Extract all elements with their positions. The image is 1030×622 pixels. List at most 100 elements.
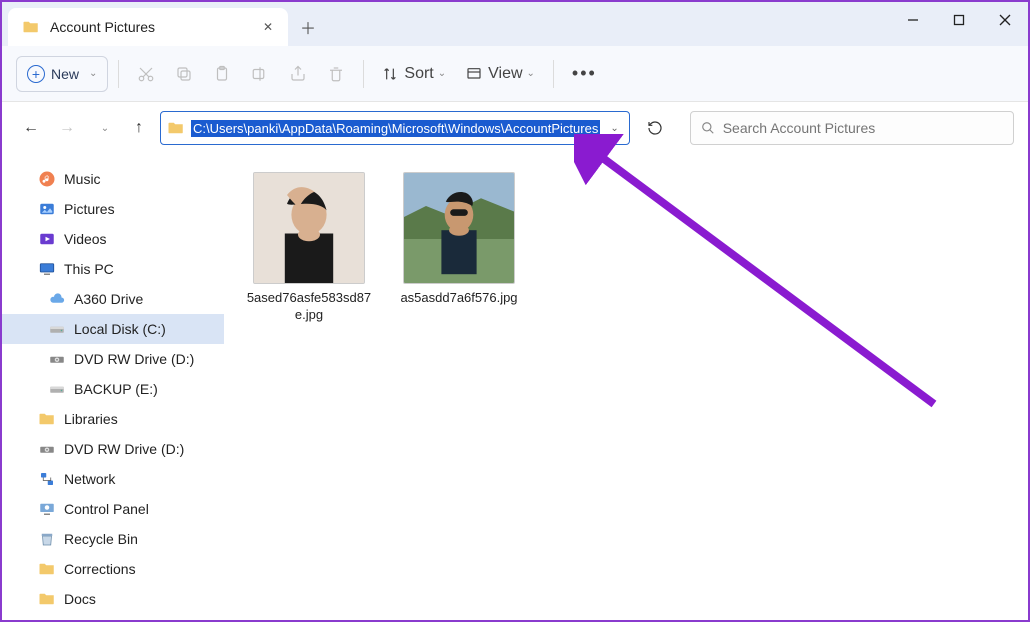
content-pane[interactable]: 5ased76asfe583sd87e.jpg as5asdd7a6f576.jp… [224, 154, 1028, 620]
maximize-button[interactable] [936, 2, 982, 38]
disk-icon [48, 380, 66, 398]
tab-title: Account Pictures [50, 19, 258, 35]
dvd-icon [38, 440, 56, 458]
titlebar: Account Pictures ✕ ＋ [2, 2, 1028, 46]
navigation-row: ← → ⌄ ↑ C:\Users\panki\AppData\Roaming\M… [2, 102, 1028, 154]
file-name: 5ased76asfe583sd87e.jpg [244, 290, 374, 324]
address-history-button[interactable]: ⌄ [606, 123, 622, 134]
recycle-icon [38, 530, 56, 548]
sort-button[interactable]: Sort ⌄ [374, 56, 454, 92]
folder-icon [38, 410, 56, 428]
view-icon [466, 66, 482, 82]
sidebar-item-recycle-bin[interactable]: Recycle Bin [2, 524, 224, 554]
sidebar-item-label: Network [64, 471, 115, 487]
rename-button [243, 56, 277, 92]
folder-icon [22, 18, 40, 36]
address-path[interactable]: C:\Users\panki\AppData\Roaming\Microsoft… [191, 120, 600, 137]
file-thumbnail [253, 172, 365, 284]
sidebar-item-label: Local Disk (C:) [74, 321, 166, 337]
file-item[interactable]: as5asdd7a6f576.jpg [394, 172, 524, 307]
navigation-pane[interactable]: Music Pictures Videos This PC A360 Drive Loca… [2, 154, 224, 620]
search-icon [701, 121, 715, 135]
sidebar-item-a360-drive[interactable]: A360 Drive [2, 284, 224, 314]
sidebar-item-label: DVD RW Drive (D:) [74, 351, 194, 367]
sidebar-item-label: DVD RW Drive (D:) [64, 441, 184, 457]
sort-label: Sort [404, 65, 433, 83]
chevron-down-icon: ⌄ [438, 68, 446, 79]
folder-icon [38, 590, 56, 608]
music-icon [38, 170, 56, 188]
search-box[interactable] [690, 111, 1014, 145]
address-bar[interactable]: C:\Users\panki\AppData\Roaming\Microsoft… [160, 111, 630, 145]
sidebar-item-label: Pictures [64, 201, 115, 217]
back-button[interactable]: ← [16, 111, 46, 145]
sidebar-item-dvd-rw-drive-d-[interactable]: DVD RW Drive (D:) [2, 344, 224, 374]
copy-button [167, 56, 201, 92]
thispc-icon [38, 260, 56, 278]
sidebar-item-label: A360 Drive [74, 291, 143, 307]
file-name: as5asdd7a6f576.jpg [400, 290, 517, 307]
cpanel-icon [38, 500, 56, 518]
pictures-icon [38, 200, 56, 218]
close-window-button[interactable] [982, 2, 1028, 38]
sidebar-item-label: Docs [64, 591, 96, 607]
sidebar-item-dvd-rw-drive-d-[interactable]: DVD RW Drive (D:) [2, 434, 224, 464]
divider [553, 60, 554, 88]
plus-icon: + [27, 65, 45, 83]
share-button [281, 56, 315, 92]
annotation-arrow [574, 134, 944, 434]
disk-icon [48, 320, 66, 338]
sidebar-item-control-panel[interactable]: Control Panel [2, 494, 224, 524]
sidebar-item-music[interactable]: Music [2, 164, 224, 194]
new-label: New [51, 66, 79, 82]
body: Music Pictures Videos This PC A360 Drive Loca… [2, 154, 1028, 620]
sidebar-item-docs[interactable]: Docs [2, 584, 224, 614]
sidebar-item-label: Videos [64, 231, 107, 247]
minimize-button[interactable] [890, 2, 936, 38]
paste-button [205, 56, 239, 92]
file-thumbnail [403, 172, 515, 284]
network-icon [38, 470, 56, 488]
videos-icon [38, 230, 56, 248]
cloud-icon [48, 290, 66, 308]
up-button[interactable]: ↑ [124, 111, 154, 145]
sidebar-item-local-disk-c-[interactable]: Local Disk (C:) [2, 314, 224, 344]
sidebar-item-network[interactable]: Network [2, 464, 224, 494]
view-button[interactable]: View ⌄ [458, 56, 543, 92]
sidebar-item-pictures[interactable]: Pictures [2, 194, 224, 224]
sidebar-item-label: Libraries [64, 411, 118, 427]
file-item[interactable]: 5ased76asfe583sd87e.jpg [244, 172, 374, 324]
sidebar-item-label: Control Panel [64, 501, 149, 517]
sidebar-item-backup-e-[interactable]: BACKUP (E:) [2, 374, 224, 404]
folder-icon [167, 119, 185, 137]
search-input[interactable] [723, 120, 1003, 136]
close-tab-button[interactable]: ✕ [258, 17, 278, 37]
sidebar-item-libraries[interactable]: Libraries [2, 404, 224, 434]
window-tab[interactable]: Account Pictures ✕ [8, 8, 288, 46]
divider [363, 60, 364, 88]
sidebar-item-corrections[interactable]: Corrections [2, 554, 224, 584]
sidebar-item-label: Music [64, 171, 101, 187]
divider [118, 60, 119, 88]
sidebar-item-label: Corrections [64, 561, 136, 577]
sidebar-item-label: This PC [64, 261, 114, 277]
refresh-button[interactable] [640, 113, 670, 143]
sidebar-item-label: BACKUP (E:) [74, 381, 158, 397]
new-tab-button[interactable]: ＋ [288, 8, 328, 46]
new-button[interactable]: + New ⌄ [16, 56, 108, 92]
delete-button [319, 56, 353, 92]
dvd-icon [48, 350, 66, 368]
sidebar-item-label: Recycle Bin [64, 531, 138, 547]
more-button[interactable]: ••• [564, 56, 605, 92]
folder-icon [38, 560, 56, 578]
recent-locations-button[interactable]: ⌄ [88, 111, 118, 145]
chevron-down-icon: ⌄ [89, 68, 97, 79]
forward-button: → [52, 111, 82, 145]
sidebar-item-this-pc[interactable]: This PC [2, 254, 224, 284]
window-controls [890, 2, 1028, 46]
toolbar: + New ⌄ Sort ⌄ View ⌄ ••• [2, 46, 1028, 102]
cut-button [129, 56, 163, 92]
sidebar-item-videos[interactable]: Videos [2, 224, 224, 254]
sort-icon [382, 66, 398, 82]
more-icon: ••• [572, 63, 597, 84]
